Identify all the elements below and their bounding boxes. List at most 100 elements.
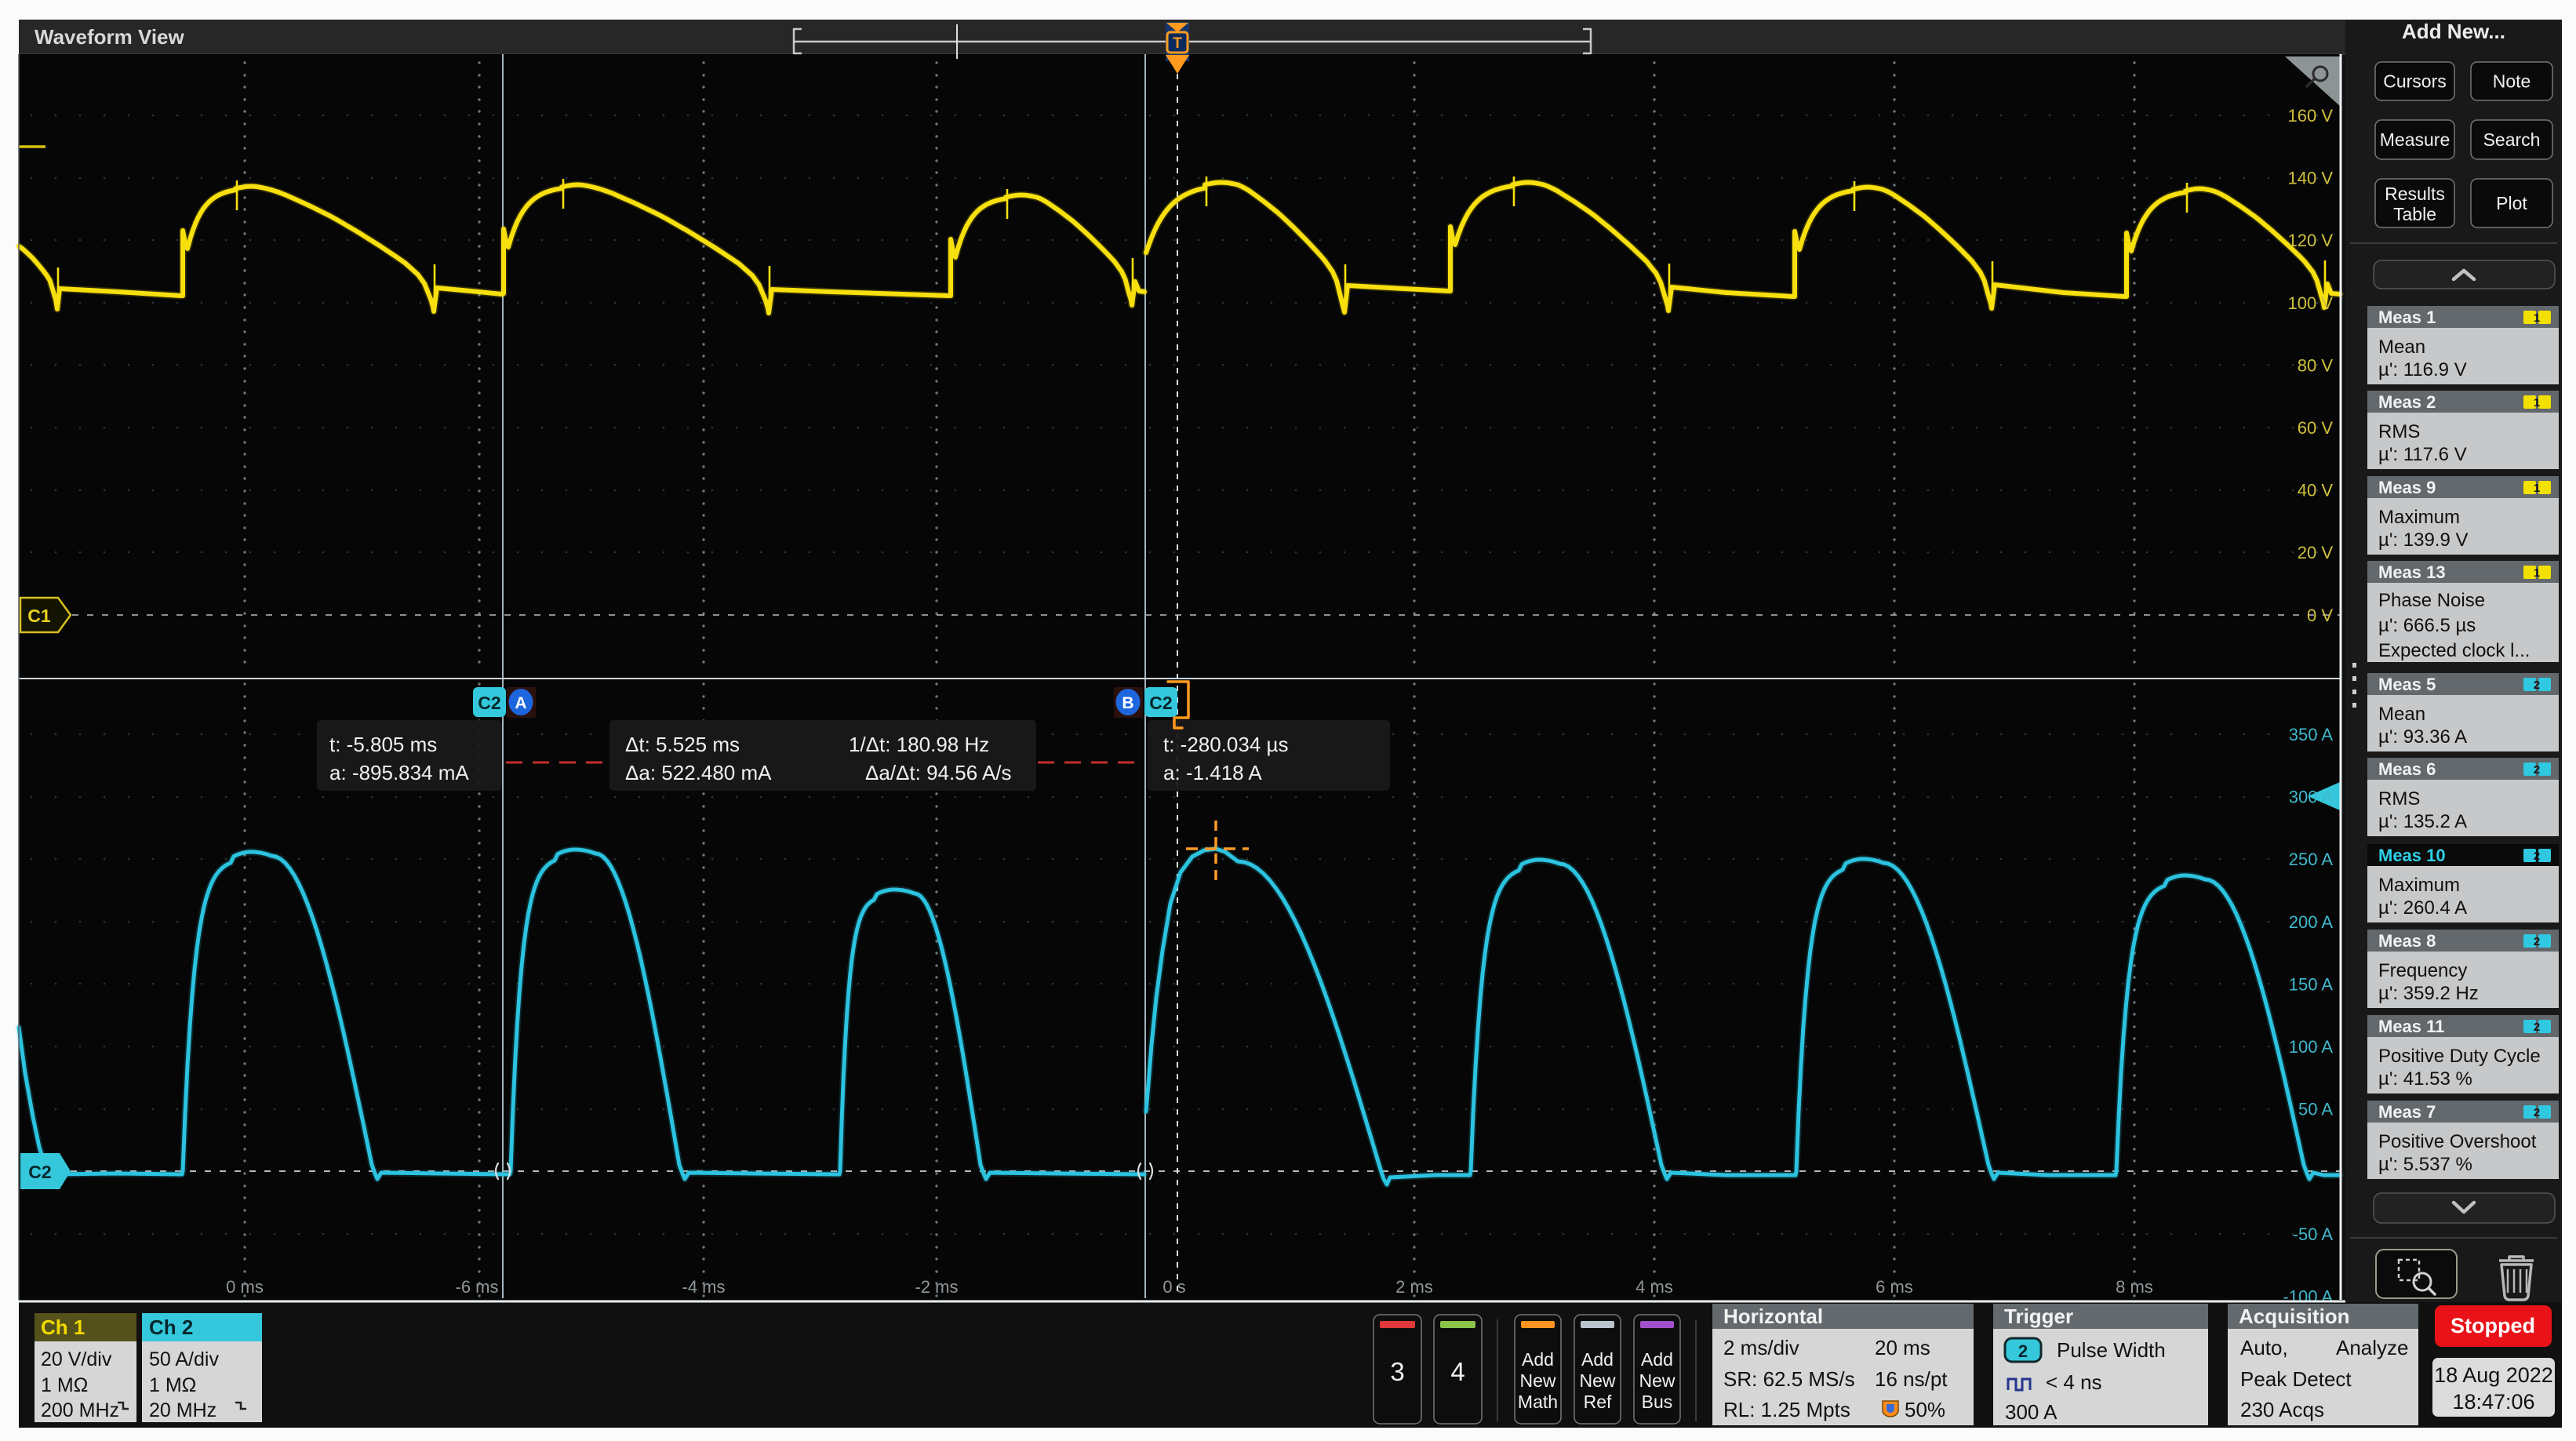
svg-text:2 ms: 2 ms: [1395, 1277, 1433, 1297]
svg-text:100 V: 100 V: [2288, 293, 2334, 313]
svg-text:New: New: [1519, 1370, 1555, 1391]
svg-text:Meas 11: Meas 11: [2378, 1017, 2444, 1036]
svg-text:RMS: RMS: [2378, 788, 2420, 810]
svg-text:Expected clock l...: Expected clock l...: [2378, 640, 2530, 661]
svg-text:Measure: Measure: [2380, 129, 2450, 150]
svg-text:t: -280.034 µs: t: -280.034 µs: [1163, 733, 1289, 756]
svg-text:B: B: [1122, 694, 1133, 712]
svg-text:200 A: 200 A: [2289, 912, 2334, 932]
svg-text:2: 2: [2534, 679, 2540, 692]
svg-text:RMS: RMS: [2378, 421, 2420, 442]
svg-text:C2: C2: [28, 1162, 51, 1182]
svg-text:µ': 666.5 µs: µ': 666.5 µs: [2378, 615, 2476, 636]
svg-text:Mean: Mean: [2378, 337, 2425, 358]
svg-text:a: -1.418 A: a: -1.418 A: [1163, 761, 1262, 784]
svg-text:Search: Search: [2483, 129, 2541, 150]
svg-text:120 V: 120 V: [2288, 231, 2334, 250]
svg-text:200 MHz: 200 MHz: [41, 1399, 119, 1421]
svg-text:Cursors: Cursors: [2383, 71, 2447, 92]
svg-text:Δa/Δt: 94.56 A/s: Δa/Δt: 94.56 A/s: [865, 761, 1012, 784]
svg-text:2: 2: [2534, 850, 2540, 863]
svg-text:0 V: 0 V: [2307, 606, 2333, 625]
svg-text:Meas 2: Meas 2: [2378, 392, 2436, 412]
svg-text:2: 2: [2534, 1106, 2540, 1119]
svg-text:1 MΩ: 1 MΩ: [149, 1374, 196, 1396]
svg-text:Meas 1: Meas 1: [2378, 307, 2436, 327]
svg-text:µ': 5.537 %: µ': 5.537 %: [2378, 1154, 2472, 1175]
svg-text:250 A: 250 A: [2289, 850, 2334, 869]
svg-text:µ': 260.4 A: µ': 260.4 A: [2378, 897, 2467, 919]
svg-text:18 Aug 2022: 18 Aug 2022: [2434, 1363, 2553, 1387]
svg-text:Meas 5: Meas 5: [2378, 675, 2436, 694]
svg-text:8 ms: 8 ms: [2116, 1277, 2153, 1297]
svg-text:80 V: 80 V: [2298, 355, 2334, 375]
svg-text:2: 2: [2534, 1021, 2540, 1034]
svg-text:Maximum: Maximum: [2378, 875, 2460, 896]
svg-text:C2: C2: [478, 693, 500, 713]
svg-text:Meas 6: Meas 6: [2378, 759, 2436, 779]
svg-text:Meas 13: Meas 13: [2378, 562, 2446, 582]
svg-text:µ': 135.2 A: µ': 135.2 A: [2378, 811, 2467, 832]
svg-text:150 A: 150 A: [2289, 974, 2334, 994]
svg-text:Ref: Ref: [1584, 1392, 1612, 1412]
svg-text:Phase Noise: Phase Noise: [2378, 590, 2485, 611]
svg-text:0 s: 0 s: [1162, 1277, 1185, 1297]
svg-text:C1: C1: [27, 606, 51, 626]
svg-text:Ch 2: Ch 2: [149, 1315, 193, 1339]
svg-text:20 ms: 20 ms: [1875, 1336, 1930, 1359]
svg-text:350 A: 350 A: [2289, 725, 2334, 744]
svg-text:300 A: 300 A: [2005, 1400, 2058, 1424]
svg-text:20 V: 20 V: [2298, 543, 2334, 562]
svg-text:1: 1: [2534, 396, 2540, 409]
svg-text:1 MΩ: 1 MΩ: [41, 1374, 88, 1396]
svg-text:SR: 62.5 MS/s: SR: 62.5 MS/s: [1723, 1367, 1855, 1391]
svg-text:µ': 359.2 Hz: µ': 359.2 Hz: [2378, 983, 2479, 1004]
svg-text:140 V: 140 V: [2288, 169, 2334, 188]
svg-text:40 V: 40 V: [2298, 481, 2334, 500]
svg-text:Frequency: Frequency: [2378, 960, 2467, 981]
svg-text:6 ms: 6 ms: [1876, 1277, 1913, 1297]
svg-text:16 ns/pt: 16 ns/pt: [1875, 1367, 1948, 1391]
svg-text:C2: C2: [1149, 693, 1172, 713]
svg-text:2: 2: [2534, 763, 2540, 777]
svg-text:3: 3: [1390, 1357, 1404, 1386]
svg-text:Horizontal: Horizontal: [1723, 1305, 1823, 1328]
svg-text:1: 1: [2534, 482, 2540, 495]
svg-text:µ': 93.36 A: µ': 93.36 A: [2378, 726, 2467, 748]
svg-text:t: -5.805 ms: t: -5.805 ms: [329, 733, 437, 756]
svg-text:Ch 1: Ch 1: [41, 1315, 85, 1339]
svg-text:Stopped: Stopped: [2450, 1314, 2535, 1337]
svg-text:-2 ms: -2 ms: [915, 1277, 959, 1297]
svg-text:-4 ms: -4 ms: [682, 1277, 726, 1297]
svg-text:50 A: 50 A: [2298, 1100, 2333, 1119]
svg-text:Pulse Width: Pulse Width: [2057, 1338, 2166, 1362]
svg-text:300 A: 300 A: [2289, 788, 2334, 807]
svg-text:Positive Duty Cycle: Positive Duty Cycle: [2378, 1046, 2541, 1067]
svg-text:-100 A: -100 A: [2283, 1286, 2333, 1306]
svg-text:1/Δt: 180.98 Hz: 1/Δt: 180.98 Hz: [849, 733, 989, 756]
svg-text:Math: Math: [1518, 1392, 1558, 1412]
svg-text:Table: Table: [2393, 204, 2436, 224]
svg-text:20 MHz: 20 MHz: [149, 1399, 216, 1421]
svg-text:Auto,: Auto,: [2240, 1336, 2288, 1359]
svg-text:230 Acqs: 230 Acqs: [2240, 1398, 2324, 1421]
svg-text:50 A/div: 50 A/div: [149, 1348, 219, 1370]
svg-text:4 ms: 4 ms: [1635, 1277, 1673, 1297]
svg-text:Add New...: Add New...: [2402, 20, 2505, 43]
svg-text:T: T: [1173, 35, 1182, 52]
svg-text:Analyze: Analyze: [2336, 1336, 2409, 1359]
svg-text:Δt: 5.525 ms: Δt: 5.525 ms: [625, 733, 740, 756]
svg-text:Mean: Mean: [2378, 704, 2425, 725]
svg-text:Acquisition: Acquisition: [2239, 1305, 2350, 1328]
svg-text:100 A: 100 A: [2289, 1037, 2334, 1057]
svg-text:-50 A: -50 A: [2293, 1224, 2334, 1244]
svg-text:µ': 139.9 V: µ': 139.9 V: [2378, 529, 2468, 551]
svg-text:50%: 50%: [1905, 1398, 1945, 1421]
svg-text:Peak Detect: Peak Detect: [2240, 1367, 2352, 1391]
svg-text:µ': 117.6 V: µ': 117.6 V: [2378, 444, 2467, 465]
svg-text:New: New: [1579, 1370, 1615, 1391]
svg-text:Meas 9: Meas 9: [2378, 478, 2436, 497]
svg-text:New: New: [1639, 1370, 1675, 1391]
svg-text:Plot: Plot: [2496, 193, 2527, 213]
svg-text:2: 2: [2018, 1341, 2028, 1361]
